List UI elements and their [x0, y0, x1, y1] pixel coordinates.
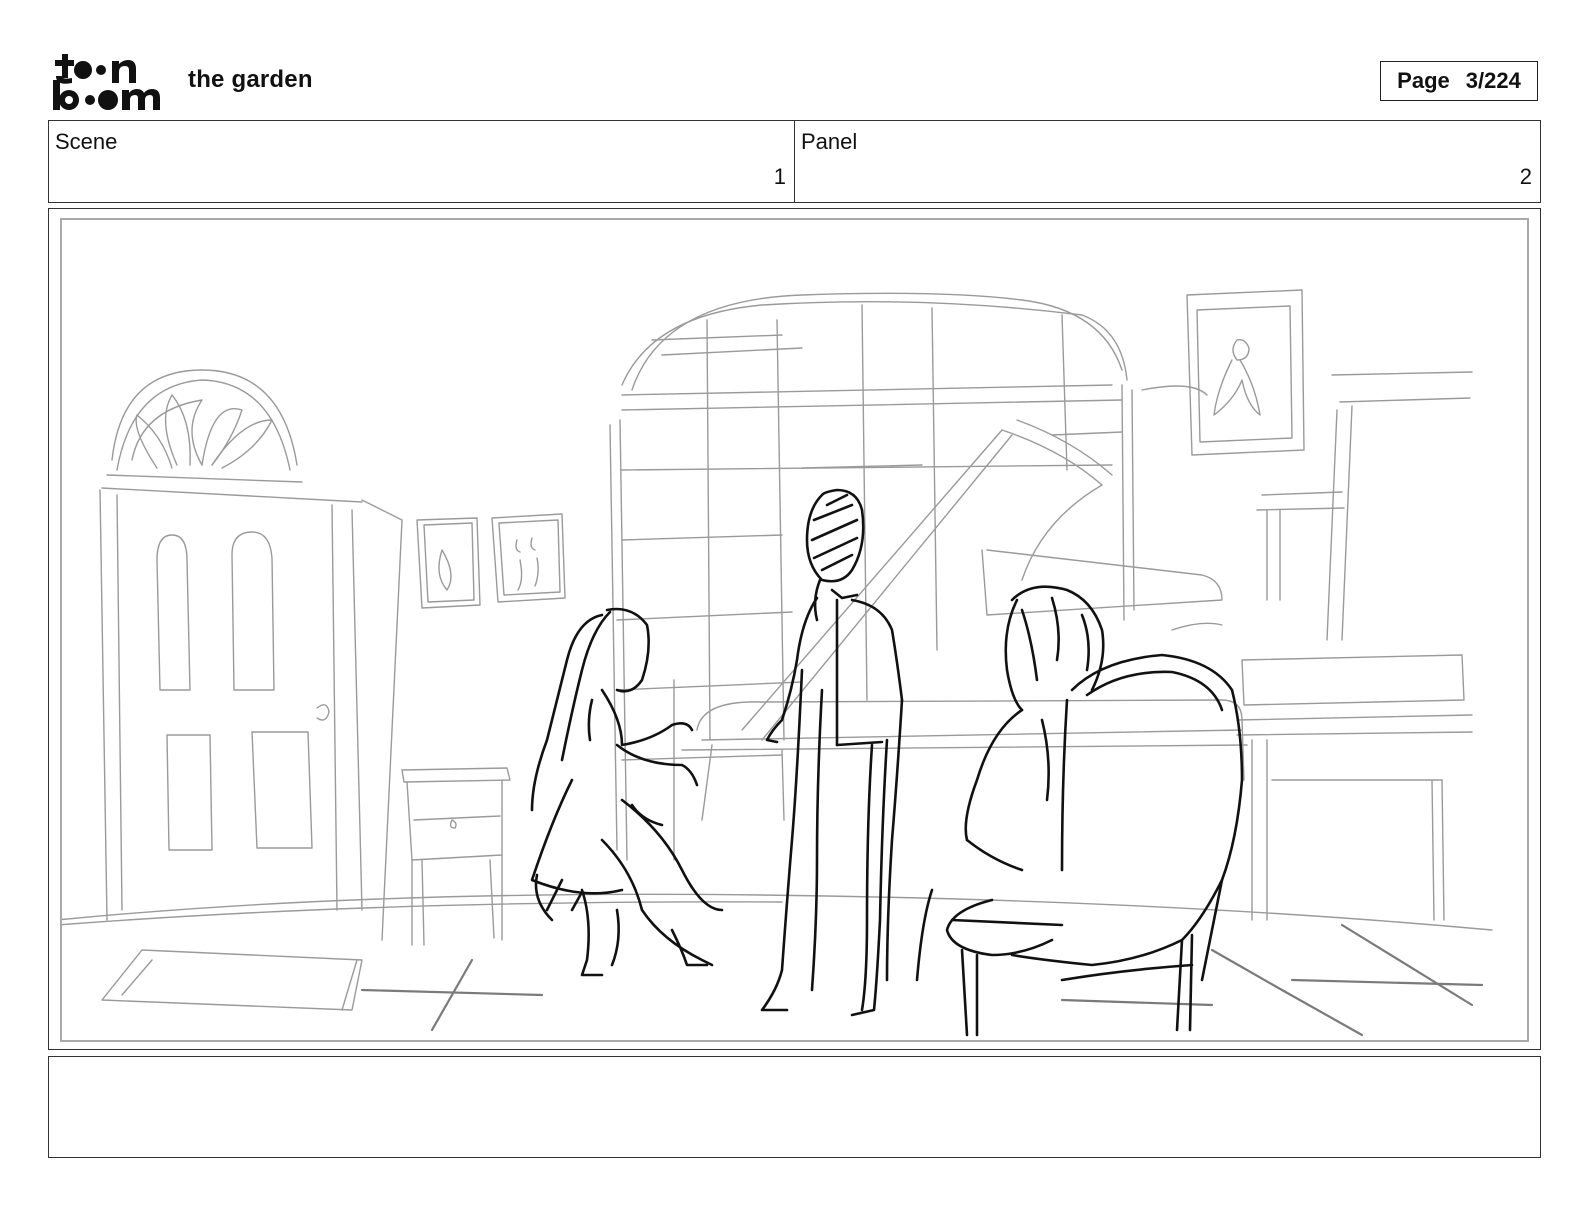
- toon-boom-logo: toon boom: [50, 50, 165, 112]
- room-background-sketch: [62, 289, 1493, 1011]
- panel-number: 2: [1519, 164, 1532, 189]
- scene-number: 1: [773, 164, 786, 189]
- panel-label: Panel: [801, 129, 858, 154]
- page-indicator: Page 3/224: [1380, 61, 1538, 101]
- storyboard-panel-image: [60, 218, 1529, 1042]
- panel-cell: Panel 2: [795, 121, 1540, 202]
- characters-sketch: [530, 488, 1244, 1037]
- panel-notes-box: [48, 1056, 1541, 1158]
- page-label: Page: [1397, 68, 1450, 93]
- scene-label: Scene: [55, 129, 118, 154]
- scene-panel-info-row: Scene 1 Panel 2: [48, 120, 1541, 203]
- scene-cell: Scene 1: [49, 121, 795, 202]
- project-title: the garden: [188, 66, 313, 93]
- page-number: 3/224: [1465, 68, 1521, 93]
